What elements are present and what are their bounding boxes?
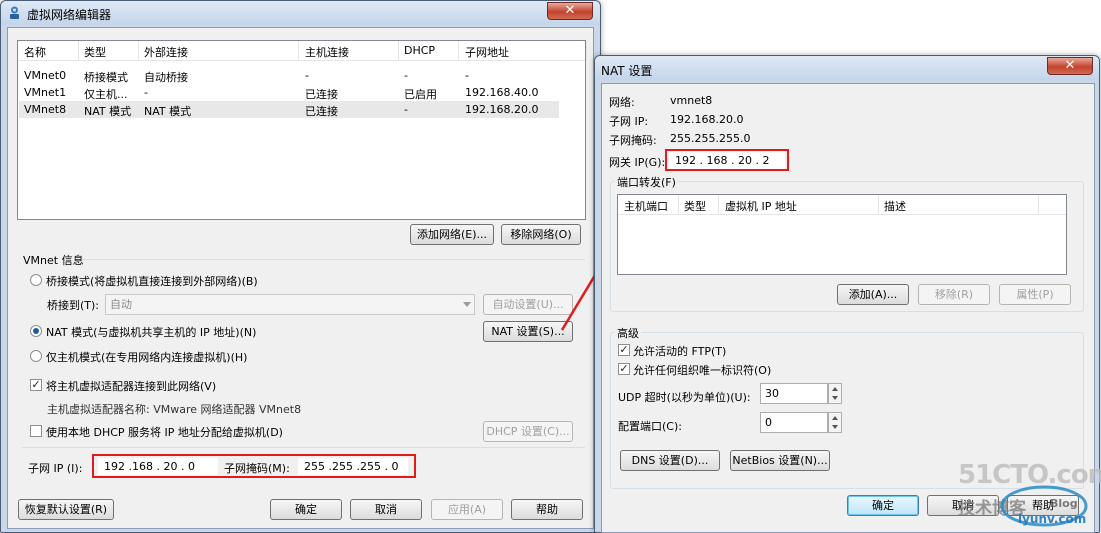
port-forward-header: 主机端口 类型 虚拟机 IP 地址 描述 bbox=[618, 195, 1066, 215]
subnet-ip-label: 子网 IP (I): bbox=[28, 462, 83, 475]
dhcp-settings-button[interactable]: DHCP 设置(C)... bbox=[483, 421, 573, 442]
udp-timeout-spinner[interactable] bbox=[828, 383, 842, 404]
netbios-settings-button[interactable]: NetBios 设置(N)... bbox=[730, 450, 830, 471]
nat-mode-radio[interactable] bbox=[30, 325, 42, 337]
restore-defaults-button[interactable]: 恢复默认设置(R) bbox=[18, 499, 114, 520]
network-value: vmnet8 bbox=[670, 94, 713, 107]
cancel-button[interactable]: 取消 bbox=[350, 499, 422, 520]
use-dhcp-label[interactable]: 使用本地 DHCP 服务将 IP 地址分配给虚拟机(D) bbox=[46, 424, 283, 440]
col-name[interactable]: 名称 bbox=[24, 44, 46, 60]
host-only-radio[interactable] bbox=[30, 350, 42, 362]
add-network-button[interactable]: 添加网络(E)... bbox=[410, 224, 494, 245]
apply-button[interactable]: 应用(A) bbox=[431, 499, 503, 520]
nat-subnet-mask-value: 255.255.255.0 bbox=[670, 132, 751, 145]
allow-ftp-label[interactable]: 允许活动的 FTP(T) bbox=[633, 343, 726, 359]
nat-close-button[interactable]: ✕ bbox=[1047, 57, 1093, 75]
pf-add-button[interactable]: 添加(A)... bbox=[837, 284, 909, 305]
col-description[interactable]: 描述 bbox=[884, 198, 906, 214]
gateway-label: 网关 IP(G): bbox=[609, 156, 666, 169]
table-row-selected[interactable]: VMnet8 NAT 模式 NAT 模式 已连接 - 192.168.20.0 bbox=[19, 101, 559, 118]
advanced-title: 高级 bbox=[615, 325, 641, 341]
port-forward-list[interactable]: 主机端口 类型 虚拟机 IP 地址 描述 bbox=[617, 194, 1067, 275]
udp-timeout-input[interactable]: 30 bbox=[760, 383, 828, 404]
table-row[interactable]: VMnet1 仅主机... - 已连接 已启用 192.168.40.0 bbox=[19, 84, 559, 101]
gateway-ip-input[interactable]: 192 . 168 . 20 . 2 bbox=[669, 152, 785, 169]
watermark-iyunv: iyunv.com bbox=[1018, 512, 1087, 526]
use-dhcp-checkbox[interactable] bbox=[30, 425, 42, 437]
col-external[interactable]: 外部连接 bbox=[144, 44, 188, 60]
bridge-to-select[interactable]: 自动 bbox=[105, 294, 475, 315]
bridge-mode-radio[interactable] bbox=[30, 274, 42, 286]
pf-properties-button[interactable]: 属性(P) bbox=[999, 284, 1071, 305]
virtual-network-editor-window: 虚拟网络编辑器 ✕ 名称 类型 外部连接 主机连接 DHCP 子网地址 VMne… bbox=[0, 0, 601, 533]
nat-subnet-mask-label: 子网掩码: bbox=[609, 134, 657, 147]
network-list[interactable]: 名称 类型 外部连接 主机连接 DHCP 子网地址 VMnet0 桥接模式 自动… bbox=[17, 40, 587, 220]
allow-oui-label[interactable]: 允许任何组织唯一标识符(O) bbox=[633, 362, 771, 378]
config-port-spinner[interactable] bbox=[828, 412, 842, 433]
nat-title: NAT 设置 bbox=[601, 64, 653, 78]
help-button[interactable]: 帮助 bbox=[511, 499, 583, 520]
subnet-mask-label: 子网掩码(M): bbox=[224, 462, 290, 475]
port-forward-title: 端口转发(F) bbox=[615, 174, 678, 190]
nat-ok-button[interactable]: 确定 bbox=[847, 495, 919, 516]
editor-title: 虚拟网络编辑器 bbox=[27, 8, 112, 22]
col-vm-ip[interactable]: 虚拟机 IP 地址 bbox=[725, 198, 797, 214]
host-only-label[interactable]: 仅主机模式(在专用网络内连接虚拟机)(H) bbox=[46, 349, 247, 365]
nat-titlebar[interactable]: NAT 设置 ✕ bbox=[595, 56, 1099, 80]
vmnet-info-title: VMnet 信息 bbox=[23, 254, 84, 267]
col-subnet[interactable]: 子网地址 bbox=[465, 44, 509, 60]
editor-client-area: 名称 类型 外部连接 主机连接 DHCP 子网地址 VMnet0 桥接模式 自动… bbox=[7, 27, 594, 529]
udp-timeout-label: UDP 超时(以秒为单位)(U): bbox=[618, 391, 751, 404]
col-type[interactable]: 类型 bbox=[84, 44, 106, 60]
table-row[interactable]: VMnet0 桥接模式 自动桥接 - - - bbox=[19, 67, 559, 84]
pf-remove-button[interactable]: 移除(R) bbox=[918, 284, 990, 305]
allow-ftp-checkbox[interactable]: ✓ bbox=[618, 344, 630, 356]
col-pf-type[interactable]: 类型 bbox=[684, 198, 706, 214]
chevron-down-icon bbox=[463, 302, 471, 307]
network-label: 网络: bbox=[609, 96, 635, 109]
allow-oui-checkbox[interactable]: ✓ bbox=[618, 363, 630, 375]
nat-subnet-ip-label: 子网 IP: bbox=[609, 115, 649, 128]
bridge-to-label: 桥接到(T): bbox=[47, 299, 100, 312]
subnet-mask-input[interactable]: 255 .255 .255 . 0 bbox=[298, 458, 408, 475]
nat-mode-label[interactable]: NAT 模式(与虚拟机共享主机的 IP 地址)(N) bbox=[46, 324, 256, 340]
watermark-blog-tag: Blog bbox=[1050, 497, 1078, 510]
subnet-ip-input[interactable]: 192 .168 . 20 . 0 bbox=[98, 458, 218, 475]
bridge-mode-label[interactable]: 桥接模式(将虚拟机直接连接到外部网络)(B) bbox=[46, 273, 258, 289]
vmware-network-icon bbox=[10, 6, 19, 19]
editor-titlebar[interactable]: 虚拟网络编辑器 ✕ bbox=[1, 1, 600, 25]
adapter-name-text: 主机虚拟适配器名称: VMware 网络适配器 VMnet8 bbox=[47, 403, 302, 416]
config-port-input[interactable]: 0 bbox=[760, 412, 828, 433]
editor-close-button[interactable]: ✕ bbox=[547, 2, 593, 20]
nat-subnet-ip-value: 192.168.20.0 bbox=[670, 113, 744, 126]
ok-button[interactable]: 确定 bbox=[270, 499, 342, 520]
col-host-port[interactable]: 主机端口 bbox=[624, 198, 668, 214]
config-port-label: 配置端口(C): bbox=[618, 420, 682, 433]
col-dhcp[interactable]: DHCP bbox=[404, 44, 435, 57]
col-host-connection[interactable]: 主机连接 bbox=[305, 44, 349, 60]
network-list-header: 名称 类型 外部连接 主机连接 DHCP 子网地址 bbox=[18, 41, 587, 61]
dns-settings-button[interactable]: DNS 设置(D)... bbox=[620, 450, 720, 471]
connect-adapter-label[interactable]: 将主机虚拟适配器连接到此网络(V) bbox=[46, 378, 216, 394]
connect-adapter-checkbox[interactable]: ✓ bbox=[30, 379, 42, 391]
